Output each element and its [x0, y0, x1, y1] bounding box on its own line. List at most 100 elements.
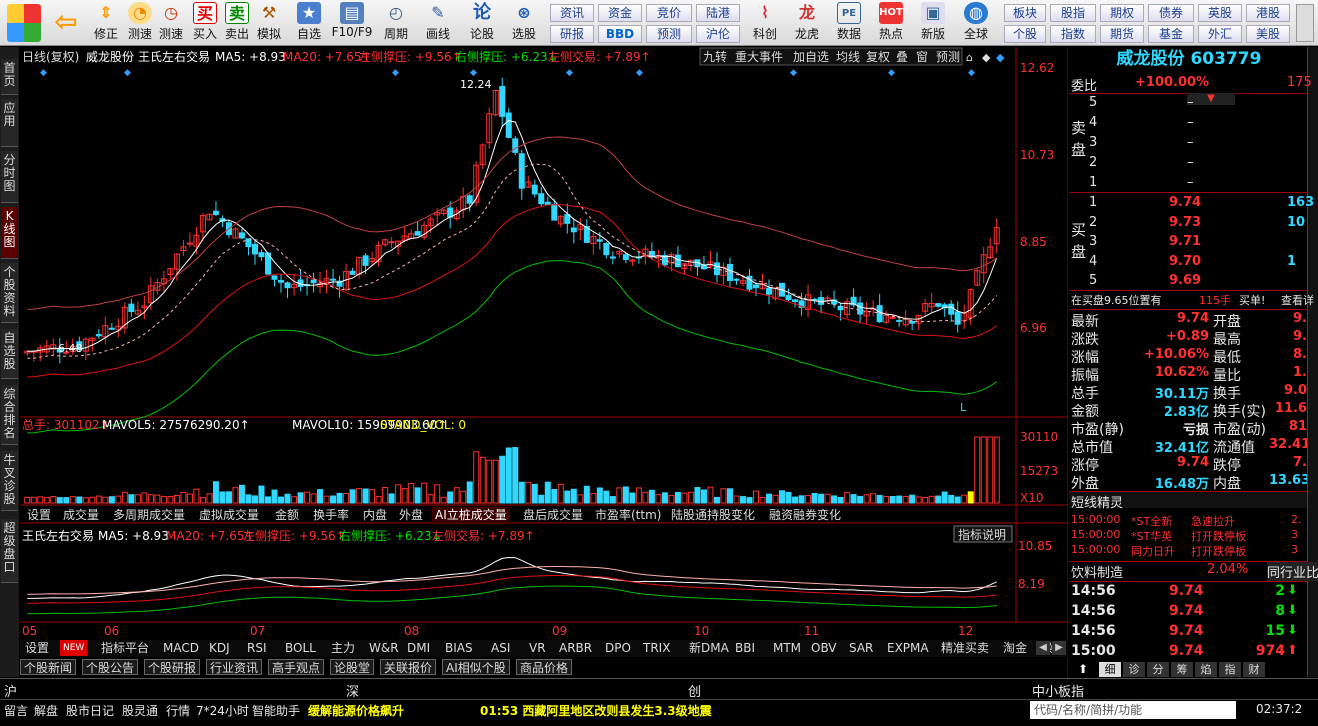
ind-tab-19[interactable]: OBV — [808, 640, 840, 656]
link-futures[interactable]: 期货 — [1100, 25, 1144, 43]
link-index-futures[interactable]: 股指 — [1050, 4, 1096, 22]
vol-tab-hk-hold[interactable]: 陆股通持股变化 — [668, 507, 758, 523]
ind-tab-6[interactable]: BOLL — [282, 640, 319, 656]
status-quote[interactable]: 行情 — [166, 702, 190, 719]
notice-link[interactable]: 查看详 — [1281, 292, 1314, 308]
spirit-stock[interactable]: 同力日升 — [1131, 543, 1175, 559]
industry-compare[interactable]: 同行业比较 — [1267, 562, 1318, 581]
tab-super-book[interactable]: 超级盘口 — [1, 519, 18, 583]
event-diamond-icon[interactable]: ◆ — [790, 68, 797, 78]
star-market-button[interactable]: ⌇ 科创 — [746, 2, 784, 44]
detail-tab-3[interactable]: 筹 — [1171, 662, 1193, 677]
status-assistant[interactable]: 智能助手 — [252, 702, 300, 719]
ind-tab-2[interactable]: 指标平台 — [98, 640, 152, 656]
link-shanghai-london[interactable]: 沪伦 — [696, 25, 740, 43]
detail-tab-4[interactable]: 焰 — [1195, 662, 1217, 677]
link-index[interactable]: 指数 — [1050, 25, 1096, 43]
ind-tab-23[interactable]: 淘金 — [1000, 640, 1030, 656]
link-hk-stocks[interactable]: 港股 — [1246, 4, 1290, 22]
ind-tab-18[interactable]: MTM — [770, 640, 804, 656]
buy-button[interactable]: 买买入 — [190, 2, 220, 44]
link-hk-connect[interactable]: 陆港 — [696, 4, 740, 22]
screener-button[interactable]: ⊛ 选股 — [504, 2, 544, 44]
toolbar-btn-0[interactable]: ⇕ 修正 — [90, 2, 122, 44]
status-diary[interactable]: 股市日记 — [66, 702, 114, 719]
link-uk-stocks[interactable]: 英股 — [1198, 4, 1242, 22]
tab-kline[interactable]: K线图 — [1, 207, 18, 259]
event-diamond-icon[interactable]: ◆ — [40, 68, 47, 78]
link-news[interactable]: 资讯 — [550, 4, 594, 22]
ind-tab-9[interactable]: DMI — [404, 640, 433, 656]
ind-tab-20[interactable]: SAR — [846, 640, 876, 656]
lock-icon[interactable]: ⌂ — [966, 51, 973, 64]
dragon-tiger-button[interactable]: 龙龙虎 — [788, 2, 826, 44]
toolbar-scroll[interactable] — [1296, 4, 1314, 42]
collapse-chevron-icon[interactable]: ▼ — [1187, 93, 1235, 105]
link-forex[interactable]: 外汇 — [1198, 25, 1242, 43]
index-sme[interactable]: 中小板指 — [1032, 681, 1084, 700]
link-options[interactable]: 期权 — [1100, 4, 1144, 22]
ind-tab-21[interactable]: EXPMA — [884, 640, 932, 656]
expand-icon[interactable]: ◆ — [996, 51, 1005, 64]
ind-tab-11[interactable]: ASI — [488, 640, 513, 656]
vol-tab-after[interactable]: 盘后成交量 — [520, 507, 586, 523]
news-tab-ai-similar[interactable]: AI相似个股 — [442, 659, 510, 675]
ind-tab-16[interactable]: 新DMA — [686, 640, 732, 656]
tab-ranking[interactable]: 综合排名 — [1, 385, 18, 445]
ind-tab-8[interactable]: W&R — [366, 640, 402, 656]
menu-forecast[interactable]: 预测 — [936, 50, 960, 64]
new-version-button[interactable]: ▣ 新版 — [914, 2, 952, 44]
index-gem[interactable]: 创 — [688, 681, 701, 700]
simulate-button[interactable]: ⚒ 模拟 — [254, 2, 284, 44]
search-input[interactable]: 代码/名称/简拼/功能 — [1030, 701, 1236, 719]
data-button[interactable]: PE 数据 — [830, 2, 868, 44]
spirit-stock[interactable]: *ST全新 — [1131, 513, 1172, 529]
draw-button[interactable]: ✎ 画线 — [418, 2, 458, 44]
tab-watchlist[interactable]: 自选股 — [1, 329, 18, 379]
news-tab-industry[interactable]: 行业资讯 — [206, 659, 263, 675]
menu-overlay[interactable]: 叠 — [896, 50, 908, 64]
ind-tab-0[interactable]: 设置 — [22, 640, 52, 656]
vol-tab-outer[interactable]: 外盘 — [396, 507, 426, 523]
ind-tab-5[interactable]: RSI — [244, 640, 270, 656]
tab-diagnosis[interactable]: 牛叉诊股 — [1, 451, 18, 511]
link-auction[interactable]: 竞价 — [646, 4, 692, 22]
detail-tab-0[interactable]: 细 — [1099, 662, 1121, 677]
link-funds2[interactable]: 基金 — [1148, 25, 1194, 43]
ind-tab-10[interactable]: BIAS — [442, 640, 476, 656]
kline-chart-area[interactable]: 日线(复权) 威龙股份 王氏左右交易 MA5: +8.93 MA20: +7.6… — [20, 47, 1068, 677]
link-bbd[interactable]: BBD — [598, 25, 642, 43]
menu-window[interactable]: 窗 — [916, 50, 928, 64]
news-tab-research[interactable]: 个股研报 — [144, 659, 201, 675]
app-logo[interactable] — [4, 2, 44, 44]
news-tab-announce[interactable]: 个股公告 — [82, 659, 139, 675]
chevron-down-icon[interactable]: ◆ — [982, 51, 991, 64]
ind-tab-12[interactable]: VR — [526, 640, 549, 656]
tab-scroll-left[interactable]: ◀ — [1036, 641, 1050, 655]
link-sector[interactable]: 板块 — [1004, 4, 1046, 22]
vol-tab-pe[interactable]: 市盈率(ttm) — [592, 507, 664, 523]
event-diamond-icon[interactable]: ◆ — [392, 68, 399, 78]
f10-button[interactable]: ▤ F10/F9 — [330, 2, 374, 44]
link-us-stocks[interactable]: 美股 — [1246, 25, 1290, 43]
news-tab-experts[interactable]: 高手观点 — [268, 659, 325, 675]
ind-tab-15[interactable]: TRIX — [640, 640, 673, 656]
menu-adjust[interactable]: 复权 — [866, 50, 890, 64]
menu-add-watch[interactable]: 加自选 — [793, 50, 829, 64]
vol-tab-ai[interactable]: AI立桩成交量 — [432, 507, 510, 523]
event-diamond-icon[interactable]: ◆ — [968, 68, 975, 78]
status-message[interactable]: 留言 — [4, 702, 28, 719]
detail-tab-6[interactable]: 财 — [1243, 662, 1265, 677]
status-24h[interactable]: 7*24小时 — [196, 702, 249, 719]
news-ticker-1[interactable]: 缓解能源价格飙升 — [308, 702, 404, 719]
link-funds[interactable]: 资金 — [598, 4, 642, 22]
vol-tab-turnover[interactable]: 换手率 — [310, 507, 352, 523]
up-arrow-icon[interactable]: ⬆ — [1069, 662, 1097, 677]
link-forecast[interactable]: 预测 — [646, 25, 692, 43]
ind-tab-13[interactable]: ARBR — [556, 640, 595, 656]
news-tab-related[interactable]: 关联报价 — [380, 659, 437, 675]
tab-scroll-right[interactable]: ▶ — [1052, 641, 1066, 655]
tab-home[interactable]: 首页 — [1, 59, 18, 95]
vol-tab-multi[interactable]: 多周期成交量 — [110, 507, 188, 523]
hotspot-button[interactable]: HOT 热点 — [872, 2, 910, 44]
